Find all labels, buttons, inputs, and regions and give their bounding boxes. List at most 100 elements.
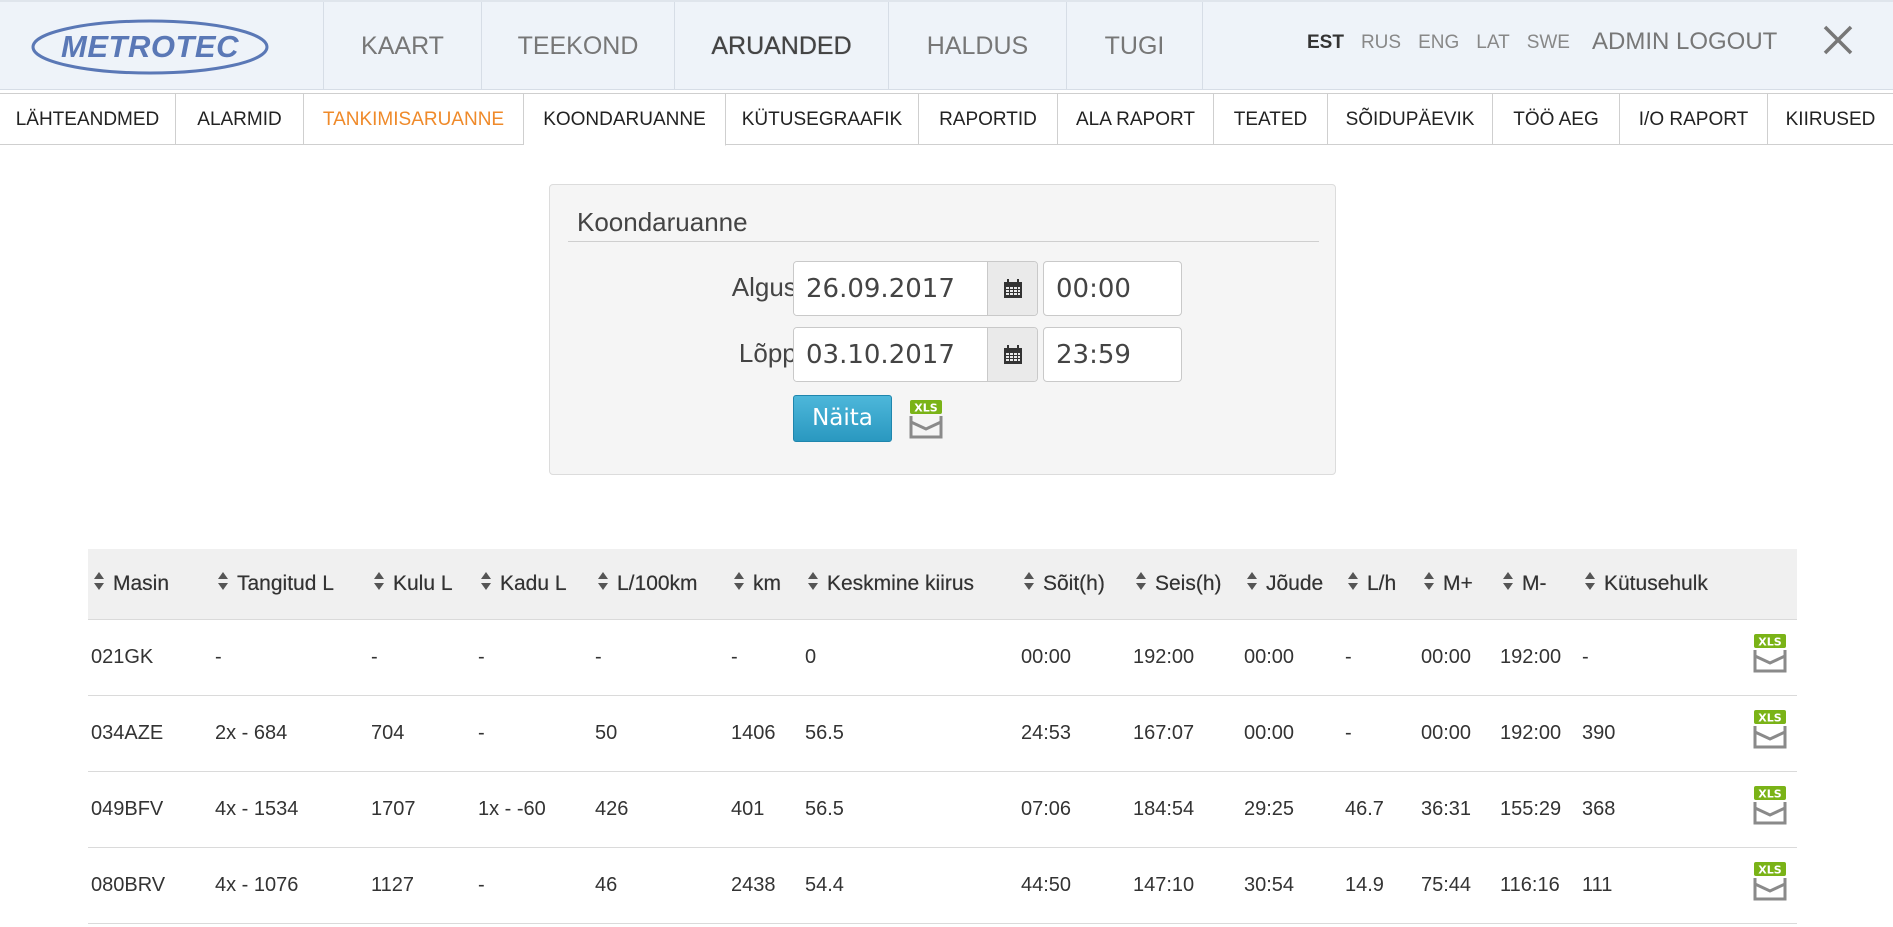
top-bar: METROTEC KAART TEEKOND ARUANDED HALDUS T… xyxy=(0,0,1893,90)
col-keskmine-kiirus[interactable]: Keskmine kiirus xyxy=(802,549,1018,620)
end-date-group xyxy=(793,327,1038,382)
row-xls-export-button[interactable]: XLS xyxy=(1751,619,1797,695)
cell-m-plus: 36:31 xyxy=(1421,797,1472,820)
tab-koondaruanne[interactable]: KOONDARUANNE xyxy=(524,93,726,146)
tab-teated[interactable]: TEATED xyxy=(1214,93,1328,145)
start-date-input[interactable] xyxy=(794,262,987,315)
cell-masin: 034AZE xyxy=(91,721,164,744)
col-tangitud[interactable]: Tangitud L xyxy=(212,549,368,620)
cell-m-plus: 00:00 xyxy=(1421,721,1472,744)
cell-m-minus: 116:16 xyxy=(1500,873,1560,896)
admin-logout-link[interactable]: ADMIN LOGOUT xyxy=(1592,28,1777,56)
cell-kulu: 704 xyxy=(371,721,405,744)
cell-masin: 080BRV xyxy=(91,873,166,896)
cell-masin: 021GK xyxy=(91,645,154,668)
xls-export-icon: XLS xyxy=(909,400,943,439)
col-soit[interactable]: Sõit(h) xyxy=(1018,549,1130,620)
cell-kutusehulk: 368 xyxy=(1582,797,1616,820)
sort-icon xyxy=(481,571,491,596)
cell-keskmine-kiirus: 0 xyxy=(805,645,817,668)
cell-m-minus: 155:29 xyxy=(1500,797,1562,820)
row-xls-export-button[interactable]: XLS xyxy=(1751,695,1797,771)
xls-export-icon: XLS xyxy=(1753,786,1787,825)
calendar-icon xyxy=(1003,278,1022,298)
row-xls-export-button[interactable]: XLS xyxy=(1751,847,1797,923)
show-button[interactable]: Näita xyxy=(793,395,892,442)
xls-label: XLS xyxy=(1758,636,1781,649)
lang-swe[interactable]: SWE xyxy=(1527,32,1570,54)
tab-ala-raport[interactable]: ALA RAPORT xyxy=(1058,93,1214,145)
table-header-row: Masin Tangitud L Kulu L Kadu L L/100km k… xyxy=(88,549,1797,620)
tab-soidupaevik[interactable]: SÕIDUPÄEVIK xyxy=(1328,93,1493,145)
col-m-plus[interactable]: M+ xyxy=(1418,549,1497,620)
tab-tankimisaruanne[interactable]: TANKIMISARUANNE xyxy=(304,93,524,145)
cell-km: - xyxy=(731,645,738,668)
sort-icon xyxy=(734,571,744,596)
start-date-group xyxy=(793,261,1038,316)
xls-export-button[interactable]: XLS xyxy=(907,400,945,445)
cell-m-minus: 192:00 xyxy=(1500,645,1562,668)
end-date-input[interactable] xyxy=(794,328,987,381)
tab-lahteandmed[interactable]: LÄHTEANDMED xyxy=(0,93,176,145)
nav-aruanded[interactable]: ARUANDED xyxy=(674,2,888,90)
start-calendar-button[interactable] xyxy=(987,262,1037,315)
sort-icon xyxy=(94,571,104,596)
cell-masin: 049BFV xyxy=(91,797,164,820)
cell-m-minus: 192:00 xyxy=(1500,721,1562,744)
col-joude[interactable]: Jõude xyxy=(1241,549,1342,620)
tab-kiirused[interactable]: KIIRUSED xyxy=(1768,93,1893,145)
lang-rus[interactable]: RUS xyxy=(1361,32,1401,54)
start-time-input[interactable] xyxy=(1043,261,1182,316)
cell-l100km: 46 xyxy=(595,873,618,896)
col-m-minus[interactable]: M- xyxy=(1497,549,1579,620)
cell-joude: 30:54 xyxy=(1244,873,1295,896)
cell-l100km: 426 xyxy=(595,797,629,820)
panel-divider xyxy=(568,241,1319,242)
nav-haldus[interactable]: HALDUS xyxy=(888,2,1066,90)
xls-label: XLS xyxy=(914,402,937,415)
col-lh[interactable]: L/h xyxy=(1342,549,1418,620)
lang-est[interactable]: EST xyxy=(1307,32,1344,54)
cell-seis: 184:54 xyxy=(1133,797,1195,820)
sort-icon xyxy=(1424,571,1434,596)
nav-teekond[interactable]: TEEKOND xyxy=(481,2,674,90)
lang-lat[interactable]: LAT xyxy=(1476,32,1509,54)
logo-text: METROTEC xyxy=(61,29,239,64)
end-calendar-button[interactable] xyxy=(987,328,1037,381)
cell-tangitud: 4x - 1076 xyxy=(215,873,299,896)
tab-kutusegraafik[interactable]: KÜTUSEGRAAFIK xyxy=(726,93,919,145)
col-km[interactable]: km xyxy=(728,549,802,620)
nav-kaart[interactable]: KAART xyxy=(323,2,481,90)
cell-kadu: - xyxy=(478,645,485,668)
cell-keskmine-kiirus: 56.5 xyxy=(805,721,844,744)
cell-kutusehulk: - xyxy=(1582,645,1589,668)
cell-m-plus: 75:44 xyxy=(1421,873,1472,896)
sort-icon xyxy=(218,571,228,596)
cell-seis: 192:00 xyxy=(1133,645,1195,668)
col-kadu[interactable]: Kadu L xyxy=(475,549,592,620)
language-switcher: EST RUS ENG LAT SWE xyxy=(1307,32,1587,54)
col-kulu[interactable]: Kulu L xyxy=(368,549,475,620)
summary-table: Masin Tangitud L Kulu L Kadu L L/100km k… xyxy=(88,549,1797,924)
col-kutusehulk[interactable]: Kütusehulk xyxy=(1579,549,1751,620)
col-l100km[interactable]: L/100km xyxy=(592,549,728,620)
tab-raportid[interactable]: RAPORTID xyxy=(919,93,1058,145)
tab-too-aeg[interactable]: TÖÖ AEG xyxy=(1493,93,1620,145)
col-seis[interactable]: Seis(h) xyxy=(1130,549,1241,620)
tab-alarmid[interactable]: ALARMID xyxy=(176,93,304,145)
cell-joude: 29:25 xyxy=(1244,797,1295,820)
table-row: 080BRV 4x - 1076 1127 - 46 2438 54.4 44:50 147:1… xyxy=(88,847,1797,923)
end-time-input[interactable] xyxy=(1043,327,1182,382)
nav-tugi[interactable]: TUGI xyxy=(1066,2,1203,90)
close-button[interactable] xyxy=(1820,22,1856,58)
cell-kulu: 1707 xyxy=(371,797,416,820)
metrotec-logo[interactable]: METROTEC xyxy=(30,18,270,76)
cell-lh: - xyxy=(1345,721,1352,744)
cell-lh: 14.9 xyxy=(1345,873,1384,896)
main-nav: KAART TEEKOND ARUANDED HALDUS TUGI xyxy=(323,2,1203,90)
lang-eng[interactable]: ENG xyxy=(1418,32,1459,54)
report-form-panel: Koondaruanne Algus: Lõpp: xyxy=(549,184,1336,475)
col-masin[interactable]: Masin xyxy=(88,549,212,620)
tab-io-raport[interactable]: I/O RAPORT xyxy=(1620,93,1768,145)
row-xls-export-button[interactable]: XLS xyxy=(1751,771,1797,847)
